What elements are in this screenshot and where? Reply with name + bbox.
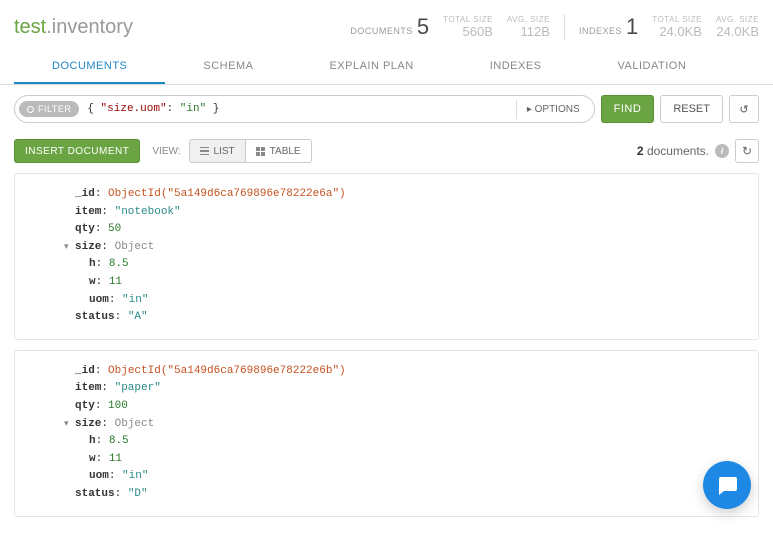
stat-value: 5 (417, 14, 429, 40)
table-icon (256, 147, 265, 156)
stat-idx-total-size: TOTAL SIZE 24.0KB (652, 15, 702, 39)
stat-label: DOCUMENTS (350, 26, 413, 36)
refresh-button[interactable]: ↻ (735, 139, 759, 163)
reset-button[interactable]: RESET (660, 95, 723, 123)
view-toggle: LIST TABLE (189, 139, 312, 163)
tab-schema[interactable]: SCHEMA (165, 50, 291, 84)
tab-explain-plan[interactable]: EXPLAIN PLAN (291, 50, 451, 84)
filter-pill: FILTER (19, 101, 79, 117)
database-name: test (14, 16, 46, 38)
options-toggle[interactable]: ▸ OPTIONS (516, 100, 590, 119)
list-icon (200, 147, 209, 156)
namespace: test.inventory (14, 16, 350, 39)
refresh-icon: ↻ (742, 144, 752, 158)
tab-documents[interactable]: DOCUMENTS (14, 50, 165, 84)
collection-name: .inventory (46, 16, 133, 38)
tabs: DOCUMENTS SCHEMA EXPLAIN PLAN INDEXES VA… (0, 50, 773, 85)
insert-document-button[interactable]: INSERT DOCUMENT (14, 139, 140, 163)
view-table-button[interactable]: TABLE (246, 139, 312, 163)
info-icon[interactable]: i (715, 144, 729, 158)
stat-label: INDEXES (579, 26, 622, 36)
history-icon: ↺ (739, 103, 748, 116)
collection-stats: DOCUMENTS 5 TOTAL SIZE 560B AVG. SIZE 11… (350, 14, 759, 40)
result-summary: 2 documents. i ↻ (637, 139, 759, 163)
documents-toolbar: INSERT DOCUMENT VIEW: LIST TABLE 2 docum… (0, 133, 773, 173)
documents-list: _id: ObjectId("5a149d6ca769896e78222e6a"… (0, 173, 773, 541)
tab-validation[interactable]: VALIDATION (580, 50, 725, 84)
stat-value: 1 (626, 14, 638, 40)
document-card[interactable]: _id: ObjectId("5a149d6ca769896e78222e6b"… (14, 350, 759, 517)
view-label: VIEW: (152, 146, 180, 157)
document-card[interactable]: _id: ObjectId("5a149d6ca769896e78222e6a"… (14, 173, 759, 340)
filter-indicator-icon (27, 106, 34, 113)
stat-indexes: INDEXES 1 (579, 14, 638, 40)
stat-doc-avg-size: AVG. SIZE 112B (507, 15, 550, 39)
chat-widget-button[interactable] (703, 461, 751, 509)
filter-input[interactable]: FILTER { "size.uom": "in" } ▸ OPTIONS (14, 95, 595, 123)
find-button[interactable]: FIND (601, 95, 655, 123)
stat-documents: DOCUMENTS 5 (350, 14, 429, 40)
history-button[interactable]: ↺ (729, 95, 759, 123)
stat-idx-avg-size: AVG. SIZE 24.0KB (716, 15, 759, 39)
chat-icon (715, 473, 739, 497)
separator (564, 14, 565, 40)
query-bar: FILTER { "size.uom": "in" } ▸ OPTIONS FI… (0, 85, 773, 133)
collection-header: test.inventory DOCUMENTS 5 TOTAL SIZE 56… (0, 0, 773, 50)
filter-text[interactable]: { "size.uom": "in" } (79, 103, 515, 115)
tab-indexes[interactable]: INDEXES (452, 50, 580, 84)
stat-doc-total-size: TOTAL SIZE 560B (443, 15, 493, 39)
view-list-button[interactable]: LIST (189, 139, 246, 163)
